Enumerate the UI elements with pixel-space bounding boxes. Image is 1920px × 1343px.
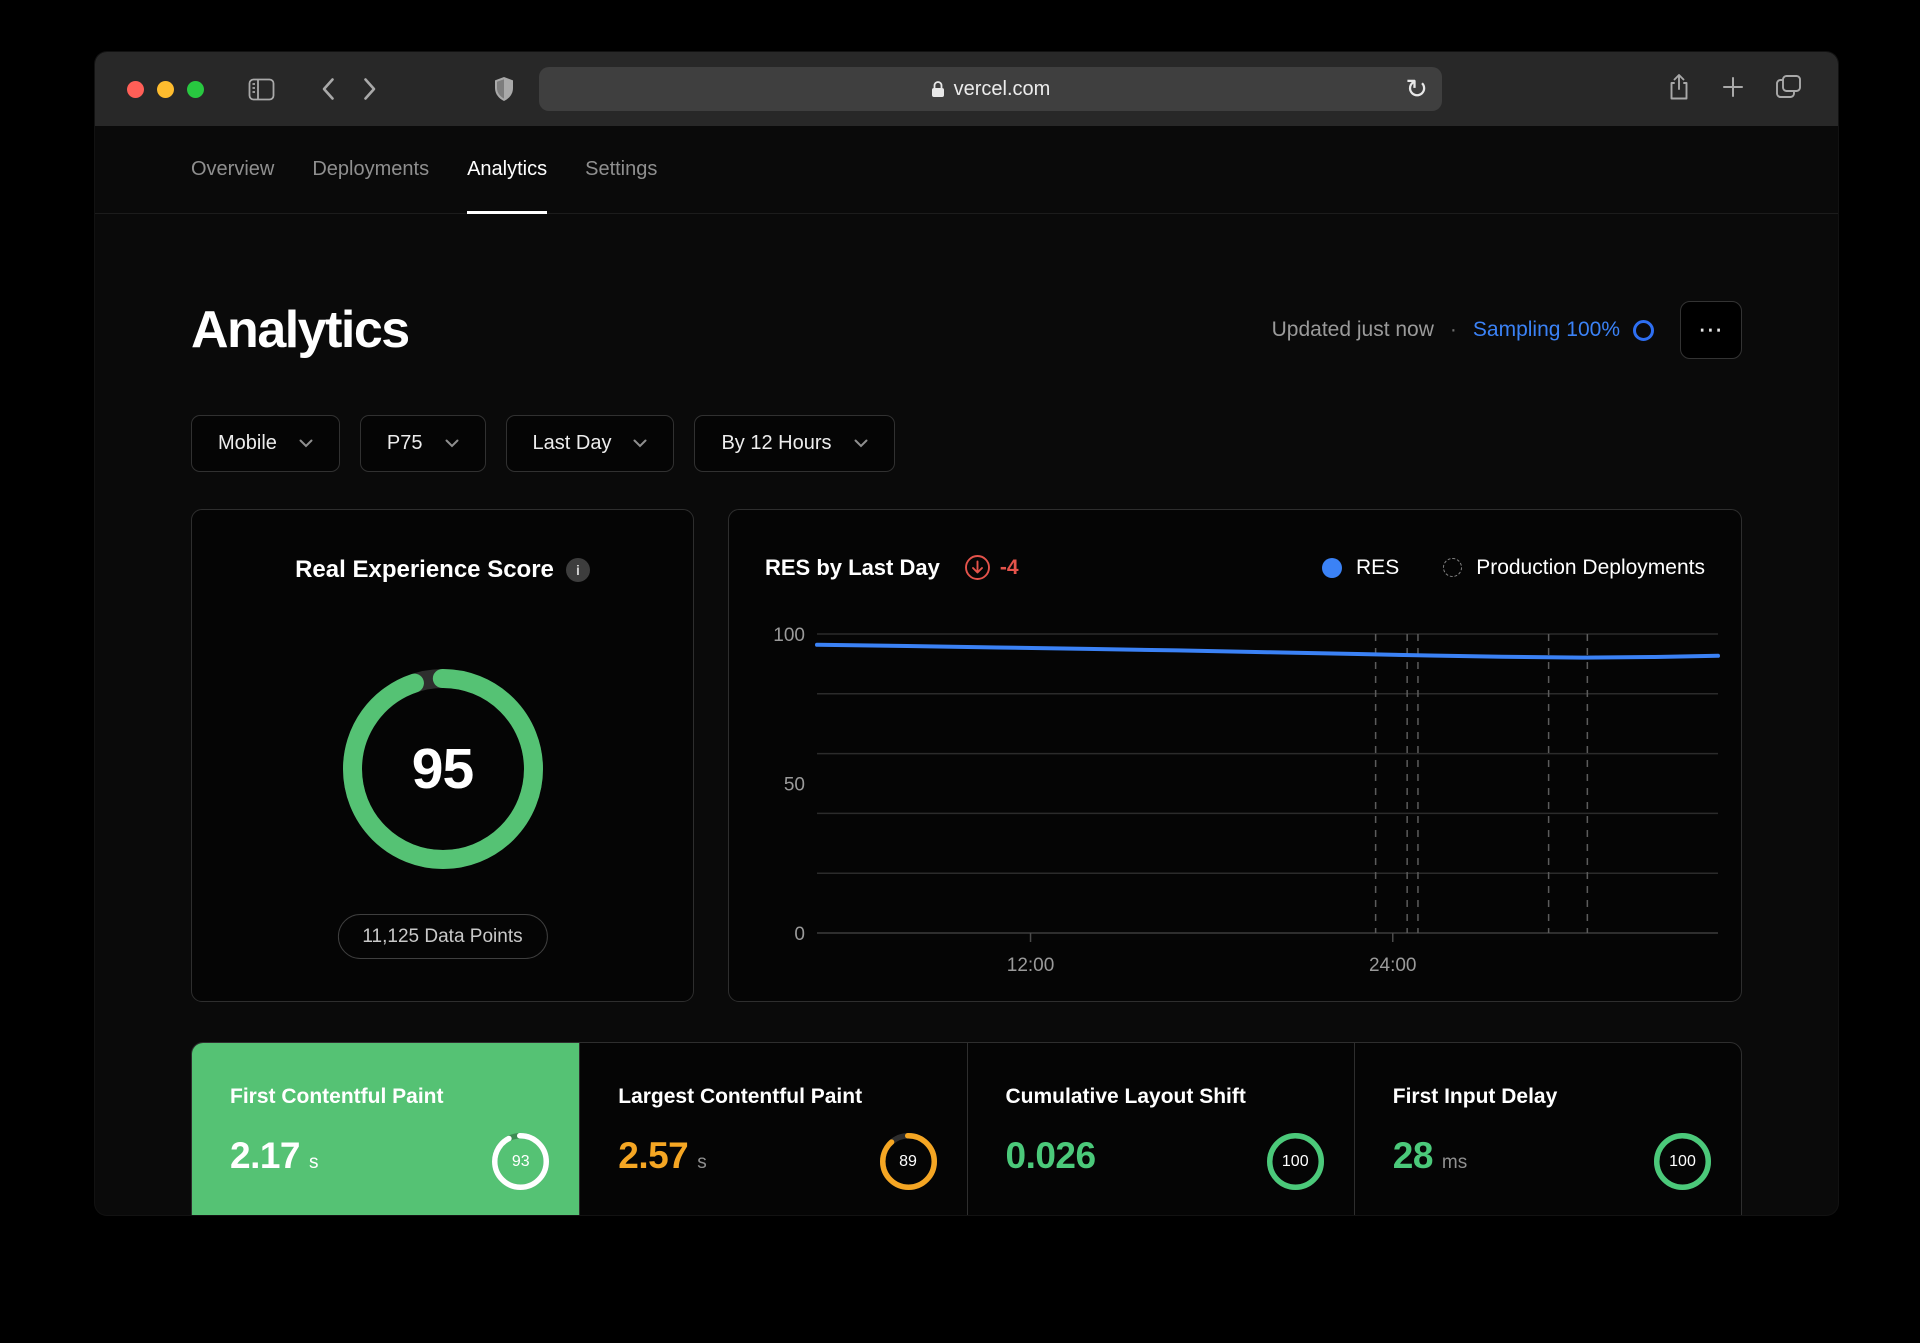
metric-first-contentful-paint[interactable]: First Contentful Paint 2.17 s 93 [192, 1043, 580, 1215]
lock-icon [931, 81, 944, 97]
chevron-down-icon [445, 439, 459, 448]
metric-score-ring: 89 [879, 1133, 937, 1190]
svg-text:12:00: 12:00 [1007, 955, 1055, 976]
tab-analytics[interactable]: Analytics [467, 126, 548, 214]
privacy-shield-icon[interactable] [493, 76, 515, 102]
res-chart-card: RES by Last Day -4 RES Production Deploy… [728, 509, 1742, 1002]
svg-text:24:00: 24:00 [1369, 955, 1417, 976]
separator-dot: · [1449, 318, 1457, 341]
url-text: vercel.com [953, 77, 1051, 100]
sidebar-toggle-icon[interactable] [248, 78, 275, 101]
tab-deployments[interactable]: Deployments [312, 126, 429, 213]
metric-score-ring: 93 [492, 1133, 550, 1190]
browser-titlebar: vercel.com ↻ [95, 52, 1838, 126]
chevron-down-icon [299, 439, 313, 448]
reload-icon[interactable]: ↻ [1405, 67, 1428, 111]
chrome-actions [1667, 73, 1802, 106]
page-title: Analytics [191, 301, 410, 359]
res-score-gauge: 95 [342, 669, 543, 869]
zoom-button[interactable] [187, 80, 204, 98]
res-line-chart: 0 50 100 12:00 24:00 [773, 625, 1720, 976]
tab-overview-icon[interactable] [1775, 74, 1802, 104]
info-icon[interactable]: i [565, 558, 590, 582]
metric-cumulative-layout-shift[interactable]: Cumulative Layout Shift 0.026 100 [966, 1043, 1354, 1215]
metric-first-input-delay[interactable]: First Input Delay 28 ms 100 [1353, 1043, 1741, 1215]
interval-filter-dropdown[interactable]: By 12 Hours [694, 415, 895, 472]
device-filter-dropdown[interactable]: Mobile [191, 415, 340, 472]
filter-bar: Mobile P75 Last Day By 12 Hours [191, 415, 1742, 472]
forward-button-icon[interactable] [363, 77, 377, 101]
tab-overview[interactable]: Overview [191, 126, 274, 213]
res-card-title: Real Experience Score [295, 556, 554, 583]
share-icon[interactable] [1667, 73, 1691, 106]
traffic-lights [127, 80, 204, 98]
updated-status: Updated just now [1271, 318, 1434, 341]
metric-score-ring: 100 [1654, 1133, 1711, 1190]
web-vitals-row: First Contentful Paint 2.17 s 93 Largest… [191, 1042, 1742, 1215]
svg-text:100: 100 [773, 625, 805, 646]
res-score-value: 95 [411, 737, 474, 801]
percentile-filter-dropdown[interactable]: P75 [359, 415, 486, 472]
data-points-pill[interactable]: 11,125 Data Points [337, 914, 548, 959]
new-tab-plus-icon[interactable] [1721, 75, 1745, 104]
chevron-down-icon [854, 439, 868, 448]
browser-window: vercel.com ↻ Overview Deployments Analyt… [95, 52, 1838, 1215]
tab-settings[interactable]: Settings [585, 126, 657, 213]
range-filter-dropdown[interactable]: Last Day [505, 415, 675, 472]
metric-largest-contentful-paint[interactable]: Largest Contentful Paint 2.57 s 89 [579, 1043, 966, 1215]
sampling-progress-ring [1633, 319, 1654, 341]
real-experience-score-card: Real Experience Score i 95 11,125 Data P… [191, 509, 694, 1002]
chevron-down-icon [633, 439, 647, 448]
close-button[interactable] [127, 80, 144, 98]
back-button-icon[interactable] [321, 77, 335, 101]
address-bar[interactable]: vercel.com ↻ [539, 67, 1442, 111]
svg-text:0: 0 [794, 924, 805, 945]
sampling-link[interactable]: Sampling 100% [1473, 318, 1620, 342]
minimize-button[interactable] [157, 80, 174, 98]
svg-text:50: 50 [784, 775, 805, 796]
metric-score-ring: 100 [1266, 1133, 1324, 1190]
site-nav: Overview Deployments Analytics Settings [95, 126, 1838, 214]
overflow-menu-button[interactable]: ⋯ [1680, 301, 1742, 359]
